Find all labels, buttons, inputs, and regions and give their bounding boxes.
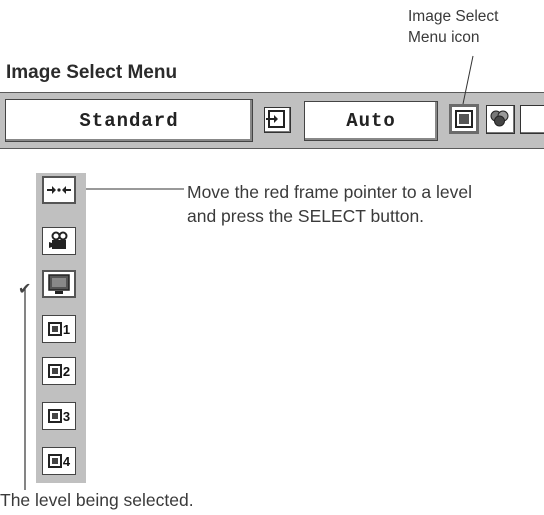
level-image-3[interactable]: 3 <box>42 402 76 430</box>
callout-text-line: and press the SELECT button. <box>187 206 425 226</box>
level-image-1[interactable]: 1 <box>42 315 76 343</box>
level-image-2[interactable]: 2 <box>42 357 76 385</box>
image-preset-icon <box>47 364 62 378</box>
level-palette: 1 2 3 4 <box>36 173 86 483</box>
image-preset-icon <box>47 409 62 423</box>
level-number: 2 <box>62 363 71 379</box>
level-number: 1 <box>62 321 71 337</box>
icon-callout-line <box>462 55 474 105</box>
level-monitor[interactable] <box>42 270 76 298</box>
fit-width-icon <box>47 186 71 194</box>
selected-check-icon: ✔ <box>18 281 32 298</box>
level-selected-callout: The level being selected. <box>0 490 194 510</box>
pointer-callout: Move the red frame pointer to a level an… <box>187 180 544 228</box>
level-cinema[interactable] <box>42 227 76 255</box>
cinema-camera-icon <box>49 231 68 249</box>
monitor-icon <box>48 274 70 294</box>
callout-text-line: Move the red frame pointer to a level <box>187 182 473 202</box>
image-preset-icon <box>47 322 62 336</box>
level-number: 4 <box>62 453 71 469</box>
image-preset-icon <box>47 454 62 468</box>
level-image-4[interactable]: 4 <box>42 447 76 475</box>
level-number: 3 <box>62 408 71 424</box>
level-fit-width[interactable] <box>42 176 76 204</box>
